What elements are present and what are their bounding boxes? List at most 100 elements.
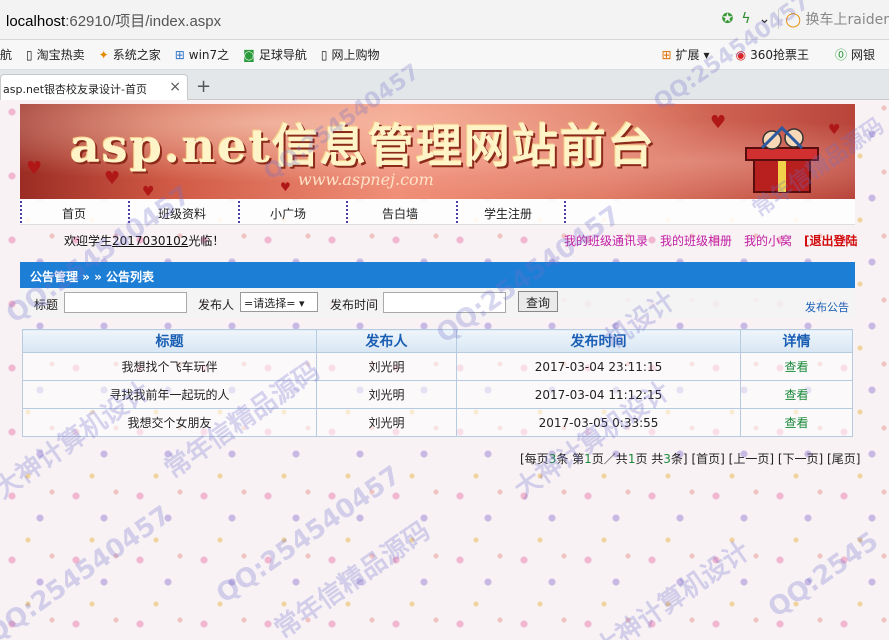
col-time: 发布时间 [456, 329, 741, 353]
tab-home[interactable]: asp.net银杏校友录设计-首页 × [0, 74, 188, 100]
welcome-suffix: 光临！ [188, 234, 225, 248]
nav-separator [346, 201, 348, 223]
extensions-button[interactable]: ⊞ 扩展 ▾ [661, 46, 709, 63]
nav-item-class-info[interactable]: 班级资料 [158, 205, 206, 222]
extensions-label: 扩展 [675, 48, 700, 62]
link-logout[interactable]: [退出登陆 [804, 234, 858, 248]
view-link[interactable]: 查看 [740, 352, 853, 381]
cell-title: 我想找个飞车玩伴 [22, 352, 317, 381]
address-host: localhost [6, 13, 66, 30]
pager-page: 1 [584, 452, 592, 466]
bookmarks-bar: 航 ▯ 淘宝热卖 ✦ 系统之家 ⊞ win7之 ◙ 足球导航 ▯ 网上购物 ⊞ 扩展 ▾ ◉ 3… [0, 40, 889, 70]
nav-separator [20, 201, 22, 223]
bookmark-label: 网上购物 [331, 48, 380, 62]
table-row: 我想找个飞车玩伴 刘光明 2017-03-04 23:11:15 查看 [22, 352, 853, 381]
site-banner: ♥ ♥ ♥ ♥ ♥ ♥ asp.net信息管理网站前台 www.aspnej.c… [20, 104, 855, 199]
filter-bar: 标题 发布人 =请选择= ▾ 发布时间 查询 发布公告 [20, 288, 855, 318]
welcome-prefix: 欢迎学生 [64, 234, 113, 248]
page-icon: ▯ [26, 47, 33, 62]
pager-total: 3 [663, 452, 671, 466]
cell-title: 我想交个女朋友 [22, 408, 317, 437]
cell-publisher: 刘光明 [316, 352, 457, 381]
bookmark-item[interactable]: ▯ 淘宝热卖 [26, 46, 85, 63]
page-icon: ▯ [320, 47, 328, 62]
main-nav: 首页 班级资料 小广场 告白墙 学生注册 [20, 199, 855, 225]
cell-time: 2017-03-05 0:33:55 [456, 408, 741, 437]
browser-tabs: asp.net银杏校友录设计-首页 × + [0, 70, 889, 100]
new-tab-icon[interactable]: + [196, 76, 211, 97]
pager-text: 条 第 [556, 452, 585, 466]
heart-icon: ♥ [710, 112, 727, 133]
pager-next[interactable]: [下一页] [778, 452, 823, 466]
pager: [每页3条 第1页／共1页 共3条] [首页] [上一页] [下一页] [尾页] [520, 450, 860, 467]
bookmark-item[interactable]: ✦ 系统之家 [99, 46, 161, 63]
bank-button[interactable]: ⓪ 网银 [835, 46, 875, 63]
pager-prev[interactable]: [上一页] [729, 452, 774, 466]
welcome-message: 欢迎学生2017030102光临！ [64, 232, 224, 249]
banner-url: www.aspnej.com [298, 170, 434, 189]
tab-title: asp.net银杏校友录设计-首页 [3, 83, 147, 96]
nav-separator [238, 201, 240, 223]
cell-publisher: 刘光明 [316, 380, 457, 409]
reload-icon[interactable]: ✪ [722, 11, 734, 27]
address-path: :62910/项目/index.aspx [65, 13, 222, 30]
bookmark-item[interactable]: ◙ 足球导航 [243, 46, 307, 63]
col-publisher: 发布人 [316, 329, 457, 353]
link-my-home[interactable]: 我的小窝 [744, 234, 792, 248]
chevron-down-icon: ▾ [703, 47, 710, 62]
heart-icon: ♥ [142, 184, 155, 199]
view-link[interactable]: 查看 [740, 380, 853, 409]
publish-notice-link[interactable]: 发布公告 [805, 299, 849, 315]
web-page: ♥ ♥ ♥ ♥ ♥ ♥ asp.net信息管理网站前台 www.aspnej.c… [0, 100, 889, 640]
cell-title: 寻找我前年一起玩的人 [22, 380, 317, 409]
table-row: 寻找我前年一起玩的人 刘光明 2017-03-04 11:12:15 查看 [22, 380, 853, 409]
nav-item-register[interactable]: 学生注册 [484, 205, 532, 222]
banner-title: asp.net信息管理网站前台 [70, 119, 656, 173]
publisher-selected: =请选择= [244, 297, 296, 310]
time-input[interactable] [383, 292, 506, 313]
bookmarks-right: ⊞ 扩展 ▾ ◉ 360抢票王 ⓪ 网银 [661, 46, 889, 63]
search-box[interactable]: ◯ 换车上raider [778, 9, 889, 29]
nav-separator [456, 201, 458, 223]
user-links: 我的班级通讯录 我的班级相册 我的小窝 [退出登陆 [564, 232, 858, 249]
bookmark-item[interactable]: ⊞ win7之 [175, 46, 229, 63]
pager-text: 条] [670, 452, 688, 466]
link-class-album[interactable]: 我的班级相册 [660, 234, 732, 248]
nav-item-confession-wall[interactable]: 告白墙 [382, 205, 418, 222]
col-detail: 详情 [740, 329, 853, 353]
chevron-down-icon[interactable]: ⌄ [759, 11, 771, 27]
pager-text: 页 共 [635, 452, 664, 466]
ticket-button[interactable]: ◉ 360抢票王 [736, 46, 809, 63]
cell-time: 2017-03-04 23:11:15 [456, 352, 741, 381]
view-link[interactable]: 查看 [740, 408, 853, 437]
nav-item-square[interactable]: 小广场 [270, 205, 306, 222]
football-icon: ◙ [243, 47, 255, 62]
title-input[interactable] [64, 292, 187, 313]
panel-breadcrumb: 公告管理 » » 公告列表 [20, 262, 855, 288]
pager-text: 页／共 [591, 452, 628, 466]
bookmark-item[interactable]: 航 [0, 46, 12, 63]
nav-item-home[interactable]: 首页 [62, 205, 86, 222]
link-class-contacts[interactable]: 我的班级通讯录 [564, 234, 648, 248]
heart-icon: ♥ [26, 158, 43, 179]
col-title: 标题 [22, 329, 317, 353]
heart-icon: ♥ [280, 180, 291, 194]
lightning-icon[interactable]: ϟ [741, 11, 750, 27]
bookmark-label: 系统之家 [112, 48, 161, 62]
title-label: 标题 [34, 298, 59, 312]
search-icon: ◯ [785, 12, 802, 28]
pager-last[interactable]: [尾页] [827, 452, 860, 466]
publisher-select[interactable]: =请选择= ▾ [240, 292, 318, 312]
close-icon[interactable]: × [169, 79, 181, 95]
cell-time: 2017-03-04 11:12:15 [456, 380, 741, 409]
pager-first[interactable]: [首页] [691, 452, 724, 466]
bookmark-label: 足球导航 [258, 48, 307, 62]
windows-icon: ⊞ [174, 47, 185, 62]
grid-icon: ⊞ [661, 47, 672, 62]
search-button[interactable]: 查询 [518, 291, 559, 312]
bookmark-item[interactable]: ▯ 网上购物 [321, 46, 380, 63]
address-toolbar: ✪ ϟ ⌄ ◯ 换车上raider [722, 9, 889, 29]
bookmark-label: 淘宝热卖 [36, 48, 85, 62]
browser-address-bar: localhost:62910/项目/index.aspx ✪ ϟ ⌄ ◯ 换车… [0, 0, 889, 40]
address-url[interactable]: localhost:62910/项目/index.aspx [6, 10, 221, 31]
